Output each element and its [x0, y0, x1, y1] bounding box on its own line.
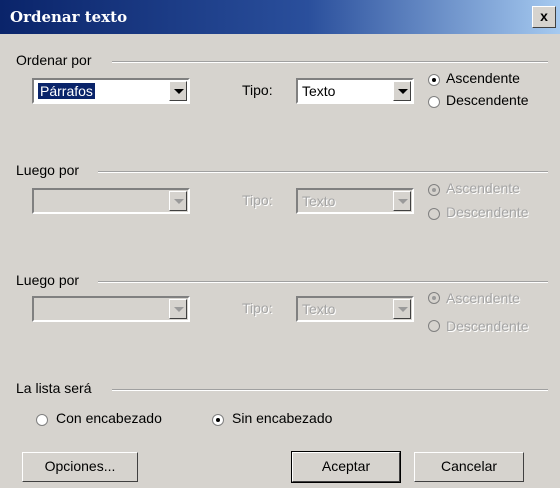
- chevron-down-icon[interactable]: [393, 191, 411, 211]
- then-by-1-type-combo[interactable]: Texto: [296, 188, 414, 214]
- chevron-down-icon[interactable]: [393, 299, 411, 319]
- tipo-label: Tipo:: [242, 300, 273, 316]
- tipo-label: Tipo:: [242, 192, 273, 208]
- group-label-sort-by: Ordenar por: [16, 52, 92, 68]
- sort-by-ascending-radio[interactable]: [428, 74, 440, 86]
- chevron-down-icon[interactable]: [169, 191, 187, 211]
- then-by-2-type-combo[interactable]: Texto: [296, 296, 414, 322]
- group-divider: [112, 61, 548, 63]
- then-by-2-ascending-label[interactable]: Ascendente: [446, 290, 520, 306]
- tipo-label: Tipo:: [242, 82, 273, 98]
- group-divider: [98, 171, 548, 173]
- then-by-2-descending-label[interactable]: Descendente: [446, 318, 529, 334]
- with-header-label[interactable]: Con encabezado: [56, 410, 162, 426]
- then-by-1-descending-radio[interactable]: [428, 208, 440, 220]
- sort-by-descending-radio[interactable]: [428, 96, 440, 108]
- options-button[interactable]: Opciones...: [22, 452, 138, 482]
- then-by-1-descending-label[interactable]: Descendente: [446, 204, 529, 220]
- then-by-1-ascending-radio[interactable]: [428, 184, 440, 196]
- ok-button[interactable]: Aceptar: [291, 451, 401, 483]
- sort-by-ascending-label[interactable]: Ascendente: [446, 70, 520, 86]
- window-title: Ordenar texto: [10, 8, 128, 26]
- sort-by-field-value: Párrafos: [38, 83, 95, 99]
- group-label-then-by-1: Luego por: [16, 162, 80, 178]
- then-by-1-type-value: Texto: [302, 193, 336, 209]
- title-bar: Ordenar texto x: [0, 0, 560, 34]
- then-by-1-ascending-label[interactable]: Ascendente: [446, 180, 520, 196]
- cancel-button[interactable]: Cancelar: [414, 452, 524, 482]
- close-button[interactable]: x: [532, 6, 556, 28]
- sort-by-field-combo[interactable]: Párrafos: [32, 78, 190, 104]
- then-by-2-ascending-radio[interactable]: [428, 292, 440, 304]
- chevron-down-icon[interactable]: [169, 81, 187, 101]
- chevron-down-icon[interactable]: [393, 81, 411, 101]
- then-by-2-type-value: Texto: [302, 301, 336, 317]
- without-header-radio[interactable]: [212, 414, 224, 426]
- with-header-radio[interactable]: [36, 414, 48, 426]
- sort-by-type-combo[interactable]: Texto: [296, 78, 414, 104]
- group-divider: [98, 281, 548, 283]
- group-divider: [112, 389, 548, 391]
- then-by-1-field-combo[interactable]: [32, 188, 190, 214]
- without-header-label[interactable]: Sin encabezado: [232, 410, 332, 426]
- group-label-then-by-2: Luego por: [16, 272, 80, 288]
- chevron-down-icon[interactable]: [169, 299, 187, 319]
- then-by-2-field-combo[interactable]: [32, 296, 190, 322]
- then-by-2-descending-radio[interactable]: [428, 320, 440, 332]
- sort-by-descending-label[interactable]: Descendente: [446, 92, 529, 108]
- group-label-list-header: La lista será: [16, 380, 92, 396]
- sort-by-type-value: Texto: [302, 83, 336, 99]
